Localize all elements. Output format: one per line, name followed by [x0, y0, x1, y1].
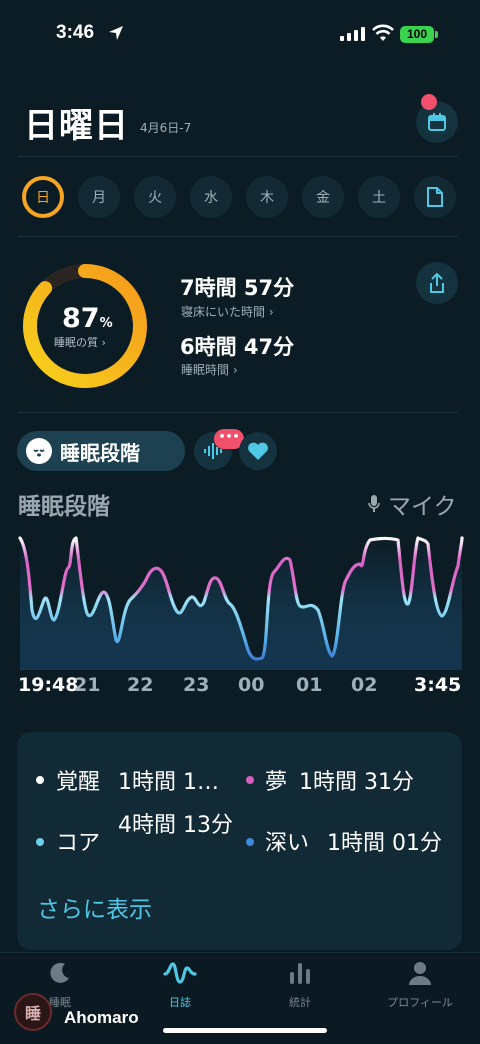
- quality-unit: %: [99, 316, 113, 331]
- home-indicator: [163, 1028, 327, 1033]
- day-sat[interactable]: 土: [358, 176, 400, 218]
- legend-value-core: 4時間 13分: [118, 813, 233, 838]
- watermark-seal: 睡: [14, 993, 52, 1031]
- day-thu[interactable]: 木: [246, 176, 288, 218]
- notes-button[interactable]: [414, 176, 456, 218]
- date-range: 4月6日-7: [140, 121, 192, 135]
- share-button[interactable]: [416, 262, 458, 304]
- tab-stats-label: 統計: [289, 996, 311, 1009]
- x-axis-label: 21: [74, 674, 101, 696]
- cellular-signal-icon: [340, 27, 365, 41]
- wifi-icon: [372, 24, 394, 41]
- divider: [18, 236, 458, 237]
- time-in-bed-value: 7時間 57分: [180, 276, 295, 300]
- waveform-icon: [163, 962, 197, 984]
- calendar-icon: [428, 113, 446, 131]
- quality-percent: 87%: [62, 303, 113, 334]
- x-axis-label: 02: [351, 674, 378, 696]
- person-icon: [409, 962, 431, 985]
- sleep-time-link[interactable]: 睡眠時間 ›: [181, 361, 238, 378]
- tab-stats[interactable]: 統計: [240, 960, 360, 1010]
- battery-indicator: 100: [400, 26, 434, 43]
- day-sun[interactable]: 日: [22, 176, 64, 218]
- divider: [18, 412, 458, 413]
- moon-icon: [50, 962, 69, 983]
- tab-profile[interactable]: プロフィール: [360, 960, 480, 1010]
- day-tue[interactable]: 火: [134, 176, 176, 218]
- share-icon: [430, 272, 444, 293]
- day-wed[interactable]: 水: [190, 176, 232, 218]
- microphone-icon: [368, 495, 380, 512]
- page-title: 日曜日: [24, 106, 129, 146]
- x-axis-label: 22: [127, 674, 154, 696]
- heart-rate-tab[interactable]: [239, 432, 277, 470]
- location-arrow-icon: [109, 26, 123, 40]
- sleep-stage-tab[interactable]: 睡眠段階: [17, 431, 185, 471]
- time-in-bed-link[interactable]: 寝床にいた時間 ›: [181, 303, 274, 320]
- chart-title: 睡眠段階: [18, 494, 110, 520]
- x-axis-label: 01: [296, 674, 323, 696]
- x-axis-label: 23: [183, 674, 210, 696]
- x-axis-label: 19:48: [18, 674, 79, 696]
- legend-name-deep: 深い: [265, 831, 310, 856]
- legend-value-awake: 1時間 1…: [118, 770, 219, 795]
- legend-dot-deep: [246, 838, 254, 846]
- legend-name-awake: 覚醒: [56, 770, 101, 795]
- sleep-time-value: 6時間 47分: [180, 335, 295, 359]
- heart-icon: [248, 442, 268, 460]
- tab-journal[interactable]: 日誌: [120, 960, 240, 1010]
- sleeping-face-icon: [26, 438, 52, 464]
- legend-dot-core: [36, 838, 44, 846]
- sleep-stage-tab-label: 睡眠段階: [60, 440, 140, 465]
- x-axis-label: 00: [238, 674, 265, 696]
- divider: [18, 156, 458, 157]
- legend-value-deep: 1時間 01分: [327, 831, 442, 856]
- hypnogram-chart: [18, 536, 464, 670]
- microphone-label: マイク: [388, 494, 457, 520]
- legend-value-rem: 1時間 31分: [299, 770, 414, 795]
- notification-dot: [421, 94, 437, 110]
- legend-dot-awake: [36, 776, 44, 784]
- watermark-text: Ahomaro: [64, 1008, 139, 1027]
- legend-dot-rem: [246, 776, 254, 784]
- legend-name-core: コア: [56, 831, 101, 856]
- week-selector: 日 月 火 水 木 金 土: [22, 176, 456, 218]
- x-axis-label: 3:45: [414, 674, 462, 696]
- status-time: 3:46: [56, 22, 95, 43]
- tab-profile-label: プロフィール: [387, 996, 453, 1009]
- quality-label-link[interactable]: 睡眠の質 ›: [54, 334, 106, 350]
- battery-nub: [435, 31, 438, 38]
- bar-chart-icon: [290, 963, 310, 984]
- legend-name-rem: 夢: [265, 770, 288, 795]
- document-icon: [427, 187, 443, 207]
- day-fri[interactable]: 金: [302, 176, 344, 218]
- day-mon[interactable]: 月: [78, 176, 120, 218]
- show-more-link[interactable]: さらに表示: [37, 890, 152, 924]
